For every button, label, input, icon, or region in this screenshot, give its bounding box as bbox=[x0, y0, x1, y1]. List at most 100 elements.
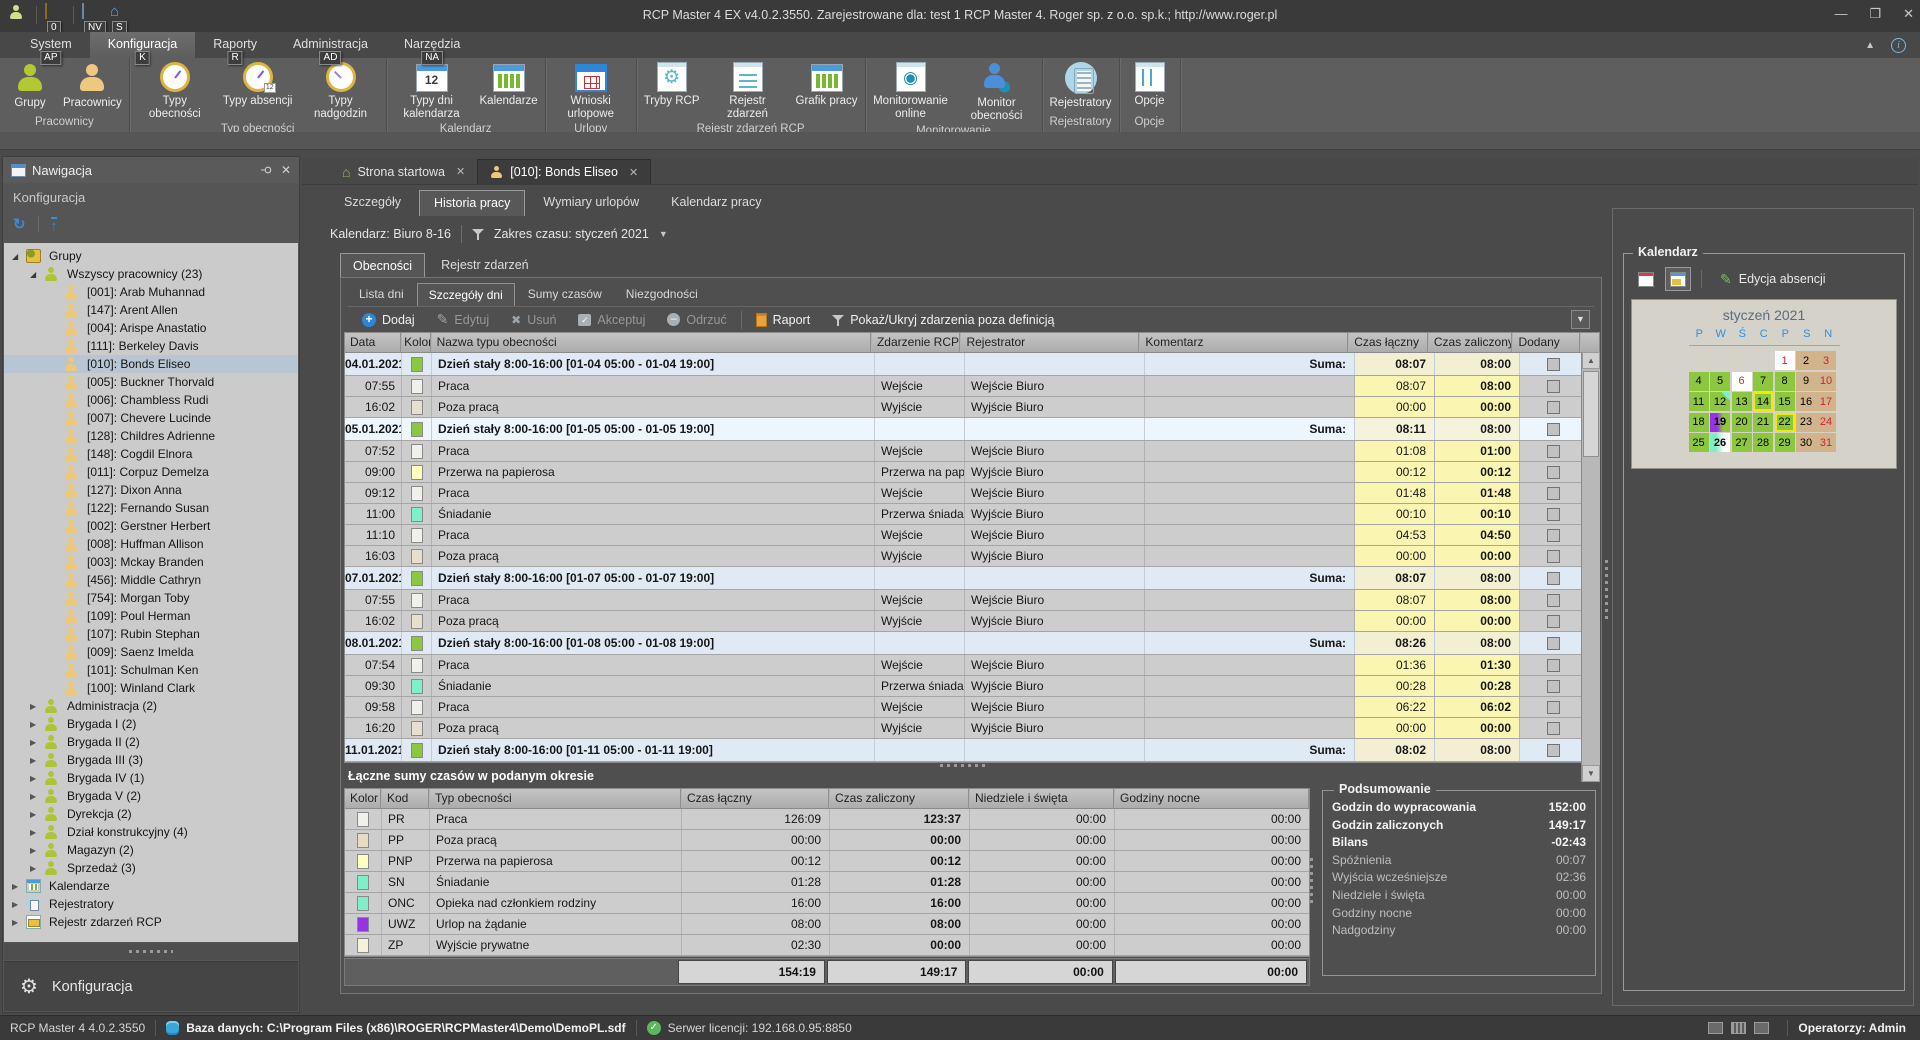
column-header[interactable]: Nazwa typu obecności bbox=[431, 333, 871, 352]
close-button[interactable]: ✕ bbox=[1903, 6, 1914, 22]
tree-item[interactable]: [100]: Winland Clark bbox=[4, 679, 298, 697]
column-header[interactable]: Czas zaliczony bbox=[1428, 333, 1513, 352]
day-cell[interactable]: 22 bbox=[1775, 413, 1795, 432]
tab-szczegoly[interactable]: Szczegóły bbox=[330, 190, 415, 216]
added-checkbox[interactable] bbox=[1547, 358, 1560, 371]
day-cell[interactable]: 31 bbox=[1816, 433, 1836, 452]
tree-item[interactable]: [001]: Arab Muhannad bbox=[4, 283, 298, 301]
scroll-up-icon[interactable]: ▲ bbox=[1582, 352, 1600, 369]
grid-row[interactable]: 11.01.2021 Dzień stały 8:00-16:00 [01-11… bbox=[345, 739, 1599, 762]
calendar-assignment-label[interactable]: Kalendarz: Biuro 8-16 bbox=[330, 227, 451, 241]
grid-row[interactable]: 09:12 Praca Wejście Wejście Biuro 01:48 … bbox=[345, 483, 1599, 504]
tree-item[interactable]: [109]: Poul Herman bbox=[4, 607, 298, 625]
column-header[interactable]: Kod bbox=[381, 789, 429, 808]
tree-item[interactable]: [107]: Rubin Stephan bbox=[4, 625, 298, 643]
configuration-section-button[interactable]: ⚙ Konfiguracja bbox=[4, 961, 298, 1011]
day-cell[interactable]: 24 bbox=[1816, 413, 1836, 432]
add-button[interactable]: +Dodaj bbox=[354, 310, 423, 330]
close-panel-icon[interactable]: ✕ bbox=[281, 163, 291, 177]
tree-item[interactable]: [128]: Childres Adrienne bbox=[4, 427, 298, 445]
collapse-ribbon-icon[interactable]: ▲ bbox=[1865, 40, 1875, 51]
grid-row[interactable]: 11:00 Śniadanie Przerwa śniada... Wyjści… bbox=[345, 504, 1599, 525]
tab-historia-pracy[interactable]: Historia pracy bbox=[419, 190, 525, 216]
ribbon-button[interactable]: Rejestr zdarzeń bbox=[705, 59, 791, 123]
toolbar-dropdown-button[interactable]: ▼ bbox=[1571, 310, 1590, 329]
day-cell[interactable]: 4 bbox=[1689, 372, 1709, 391]
tree-item[interactable]: [127]: Dixon Anna bbox=[4, 481, 298, 499]
tree-item[interactable]: Magazyn (2) bbox=[4, 841, 298, 859]
tree-item[interactable]: [147]: Arent Allen bbox=[4, 301, 298, 319]
ribbon-button[interactable]: Monitor obecności bbox=[954, 59, 1040, 125]
tree-item[interactable]: [101]: Schulman Ken bbox=[4, 661, 298, 679]
tree-item[interactable]: Rejestr zdarzeń RCP bbox=[4, 913, 298, 931]
tree-item[interactable]: [122]: Fernando Susan bbox=[4, 499, 298, 517]
ribbon-button[interactable]: Typy dni kalendarza bbox=[389, 59, 475, 123]
ribbon-button[interactable]: Grupy bbox=[2, 59, 58, 112]
ribbon-button[interactable]: Tryby RCP bbox=[639, 59, 705, 110]
scrollbar-thumb[interactable] bbox=[1583, 371, 1599, 457]
device-status-icon[interactable] bbox=[1708, 1022, 1723, 1034]
grid-row[interactable]: 08.01.2021 Dzień stały 8:00-16:00 [01-08… bbox=[345, 632, 1599, 655]
day-cell[interactable]: 19 bbox=[1710, 413, 1730, 432]
grid-row[interactable]: 07:55 Praca Wejście Wejście Biuro 08:07 … bbox=[345, 590, 1599, 611]
day-cell[interactable]: 6 bbox=[1732, 372, 1752, 391]
column-header[interactable]: Typ obecności bbox=[429, 789, 681, 808]
vertical-splitter[interactable] bbox=[1310, 858, 1313, 906]
added-checkbox[interactable] bbox=[1547, 659, 1560, 672]
tab-niezgodnosci[interactable]: Niezgodności bbox=[615, 283, 709, 306]
expander-icon[interactable] bbox=[30, 720, 44, 729]
added-checkbox[interactable] bbox=[1547, 701, 1560, 714]
column-header[interactable]: Czas łączny bbox=[1348, 333, 1428, 352]
edit-button[interactable]: Edytuj bbox=[429, 308, 497, 331]
grid-row[interactable]: 07.01.2021 Dzień stały 8:00-16:00 [01-07… bbox=[345, 567, 1599, 590]
ribbon-tab[interactable]: Administracja AD bbox=[275, 32, 386, 58]
ribbon-button[interactable]: Rejestratory bbox=[1045, 59, 1117, 112]
expander-icon[interactable] bbox=[30, 702, 44, 711]
ribbon-button[interactable]: Typy absencji bbox=[218, 59, 298, 110]
tree-item[interactable]: [008]: Huffman Allison bbox=[4, 535, 298, 553]
column-header[interactable]: Zdarzenie RCP bbox=[871, 333, 961, 352]
day-cell[interactable]: 18 bbox=[1689, 413, 1709, 432]
expander-icon[interactable] bbox=[30, 738, 44, 747]
grid-row[interactable]: 16:03 Poza pracą Wyjście Wyjście Biuro 0… bbox=[345, 546, 1599, 567]
column-header[interactable]: Kolor bbox=[401, 333, 431, 352]
tab-kalendarz-pracy[interactable]: Kalendarz pracy bbox=[657, 190, 775, 216]
ribbon-button[interactable]: Grafik pracy bbox=[791, 59, 863, 110]
ribbon-button[interactable]: Opcje bbox=[1122, 59, 1178, 110]
grid-row[interactable]: 07:52 Praca Wejście Wejście Biuro 01:08 … bbox=[345, 441, 1599, 462]
day-cell[interactable]: 13 bbox=[1732, 392, 1752, 411]
day-cell[interactable]: 10 bbox=[1816, 372, 1836, 391]
sums-row[interactable]: PP Poza pracą 00:00 00:00 00:00 00:00 bbox=[345, 830, 1309, 851]
refresh-icon[interactable]: ↻ bbox=[13, 215, 26, 233]
sums-row[interactable]: SN Śniadanie 01:28 01:28 00:00 00:00 bbox=[345, 872, 1309, 893]
tree-item[interactable]: Dyrekcja (2) bbox=[4, 805, 298, 823]
day-cell[interactable]: 7 bbox=[1753, 372, 1773, 391]
tree-item[interactable]: [148]: Cogdil Elnora bbox=[4, 445, 298, 463]
tree-item[interactable]: [011]: Corpuz Demelza bbox=[4, 463, 298, 481]
grid-row[interactable]: 07:55 Praca Wejście Wejście Biuro 08:07 … bbox=[345, 376, 1599, 397]
tab-sumy-czasow[interactable]: Sumy czasów bbox=[517, 283, 613, 306]
tree-item[interactable]: Wszyscy pracownicy (23) bbox=[4, 265, 298, 283]
tree-item[interactable]: Brygada I (2) bbox=[4, 715, 298, 733]
expander-icon[interactable] bbox=[30, 864, 44, 873]
tab-strona-startowa[interactable]: ⌂ Strona startowa ✕ bbox=[330, 159, 477, 184]
panel-splitter[interactable] bbox=[4, 943, 298, 960]
grid-row[interactable]: 09:00 Przerwa na papierosa Przerwa na pa… bbox=[345, 462, 1599, 483]
tree-item[interactable]: [006]: Chambless Rudi bbox=[4, 391, 298, 409]
monitor-status-icon[interactable] bbox=[1754, 1022, 1769, 1034]
added-checkbox[interactable] bbox=[1547, 401, 1560, 414]
toggle-events-button[interactable]: Pokaż/Ukryj zdarzenia poza definicją bbox=[824, 310, 1062, 330]
tree-item[interactable]: Kalendarze bbox=[4, 877, 298, 895]
tree-item[interactable]: [007]: Chevere Lucinde bbox=[4, 409, 298, 427]
ribbon-button[interactable]: Wnioski urlopowe bbox=[548, 59, 634, 123]
tab-rejestr-zdarzen[interactable]: Rejestr zdarzeń bbox=[429, 253, 541, 278]
day-cell[interactable]: 2 bbox=[1796, 351, 1816, 370]
sums-row[interactable]: PR Praca 126:09 123:37 00:00 00:00 bbox=[345, 809, 1309, 830]
column-header[interactable]: Rejestrator bbox=[960, 333, 1139, 352]
day-cell[interactable]: 3 bbox=[1816, 351, 1836, 370]
day-cell[interactable]: 28 bbox=[1753, 433, 1773, 452]
day-cell[interactable]: 16 bbox=[1796, 392, 1816, 411]
column-header[interactable]: Komentarz bbox=[1139, 333, 1348, 352]
tab-obecnosci[interactable]: Obecności bbox=[340, 253, 425, 278]
chevron-down-icon[interactable]: ▼ bbox=[659, 229, 668, 239]
